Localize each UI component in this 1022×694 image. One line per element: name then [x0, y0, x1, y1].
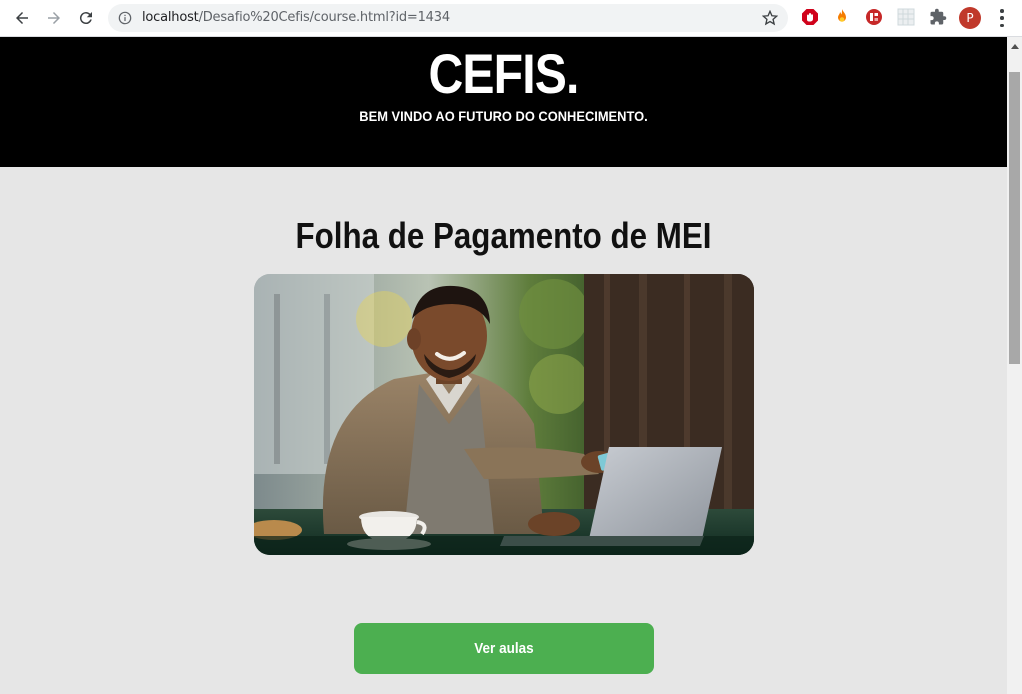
browser-toolbar: localhost/Desafio%20Cefis/course.html?id… — [0, 0, 1022, 37]
reload-icon — [79, 12, 92, 25]
adblock-extension-button[interactable] — [801, 8, 819, 26]
url-text: localhost/Desafio%20Cefis/course.html?id… — [142, 10, 450, 25]
info-icon[interactable] — [118, 11, 132, 25]
man-with-laptop-photo — [254, 274, 754, 555]
fire-extension-icon — [838, 9, 846, 22]
url-host: localhost — [142, 10, 199, 25]
url-path: /Desafio%20Cefis/course.html?id=1434 — [198, 10, 451, 25]
fire-extension-button[interactable] — [833, 8, 851, 26]
address-bar[interactable]: localhost/Desafio%20Cefis/course.html?id… — [108, 4, 788, 32]
reload-button[interactable] — [76, 8, 96, 28]
profile-avatar[interactable]: P — [959, 7, 981, 29]
view-lessons-label: Ver aulas — [474, 640, 534, 657]
star-icon[interactable] — [762, 10, 778, 26]
page-scrollbar[interactable] — [1007, 37, 1022, 694]
site-header: CEFIS. BEM VINDO AO FUTURO DO CONHECIMEN… — [0, 37, 1007, 167]
more-menu-icon[interactable] — [997, 9, 1007, 27]
scroll-up-arrow-icon[interactable] — [1007, 37, 1022, 54]
extensions-button[interactable] — [929, 8, 947, 26]
adblock-extension-icon — [802, 9, 818, 25]
forward-button[interactable] — [44, 8, 64, 28]
view-lessons-button[interactable]: Ver aulas — [354, 623, 654, 674]
stop-extension-icon — [866, 9, 882, 25]
page-viewport: CEFIS. BEM VINDO AO FUTURO DO CONHECIMEN… — [0, 37, 1007, 694]
back-icon — [16, 12, 28, 24]
scrollbar-thumb[interactable] — [1009, 72, 1020, 364]
course-title: Folha de Pagamento de MEI — [295, 215, 712, 256]
brand-logo-text: CEFIS. — [428, 42, 579, 105]
grid-extension-button[interactable] — [897, 8, 915, 26]
grid-extension-icon — [897, 8, 915, 26]
forward-icon — [48, 12, 60, 24]
header-tagline: BEM VINDO AO FUTURO DO CONHECIMENTO. — [359, 108, 648, 124]
stop-extension-button[interactable] — [865, 8, 883, 26]
back-button[interactable] — [12, 8, 32, 28]
course-image — [254, 274, 754, 555]
puzzle-extensions-icon — [930, 8, 947, 25]
